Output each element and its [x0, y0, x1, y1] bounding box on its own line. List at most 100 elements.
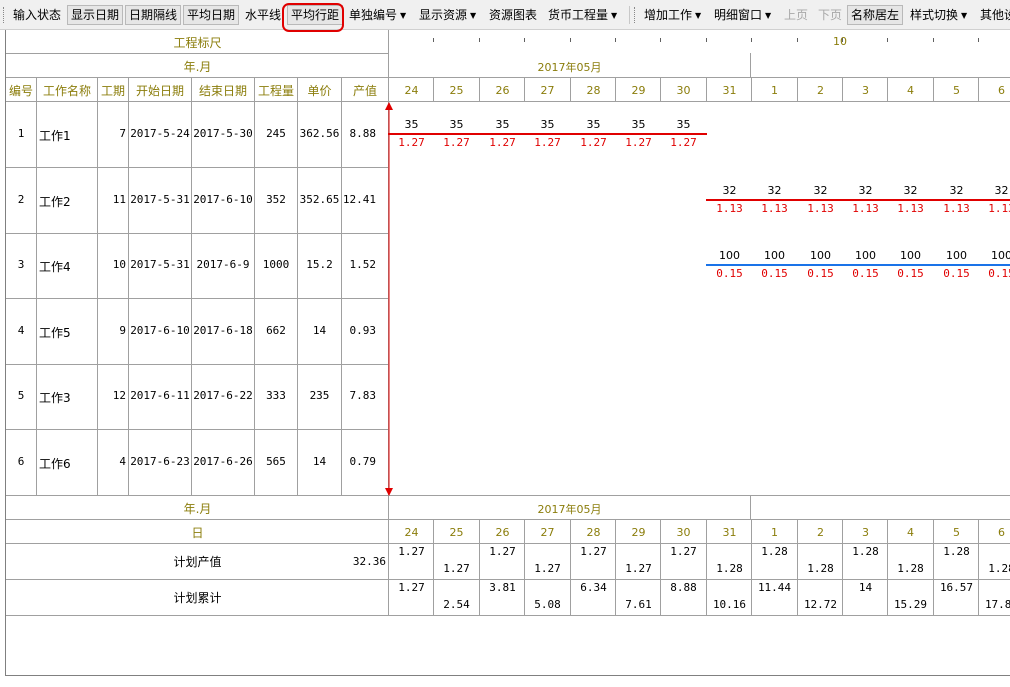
style-switch-dropdown[interactable]: 样式切换 ▼ [907, 5, 970, 25]
dropdown-arrow-icon: ▼ [695, 11, 702, 20]
table-cell-name: 工作4 [39, 260, 71, 274]
other-settings-button[interactable]: 其他设 [977, 5, 1010, 25]
plan-cumulative-bottom: 12.72 [803, 598, 838, 611]
ruler-tick [524, 38, 525, 42]
day-header-top: 29 [631, 84, 646, 97]
toolbar-separator [629, 6, 630, 24]
grid-line [6, 167, 389, 168]
next-page-button[interactable]: 下页 [815, 5, 845, 25]
gantt-daily-quantity: 35 [495, 118, 510, 131]
col-header-no: 编号 [8, 84, 33, 98]
gantt-daily-value: 1.27 [443, 136, 470, 149]
add-work-dropdown[interactable]: 增加工作 ▼ [641, 5, 704, 25]
previous-page-button[interactable]: 上页 [781, 5, 811, 25]
table-cell-start: 2017-6-23 [130, 455, 190, 468]
plan-cumulative-bottom: 17.85 [984, 598, 1010, 611]
table-cell-duration: 4 [119, 455, 126, 468]
table-cell-no: 4 [17, 324, 25, 337]
day-header-bottom: 6 [998, 526, 1005, 539]
gantt-daily-value: 1.13 [807, 202, 834, 215]
table-cell-quantity: 662 [266, 324, 286, 337]
col-header-start: 开始日期 [135, 84, 184, 98]
plan-value-top: 1.27 [580, 545, 607, 558]
detail-window-dropdown[interactable]: 明细窗口 ▼ [711, 5, 774, 25]
plan-value-bottom: 1.28 [807, 562, 834, 575]
toolbar: 输入状态 显示日期 日期隔线 平均日期 水平线 平均行距 单独编号 ▼ 显示资源 ▼… [0, 0, 1010, 32]
table-cell-start: 2017-6-10 [130, 324, 190, 337]
table-cell-end: 2017-6-18 [193, 324, 253, 337]
grid-line [6, 543, 1010, 544]
currency-quantity-dropdown[interactable]: 货币工程量 ▼ [545, 5, 620, 25]
col-header-value: 产值 [352, 84, 377, 98]
day-header-bottom: 30 [676, 526, 691, 539]
day-header-bottom: 2 [817, 526, 824, 539]
gantt-daily-value: 1.13 [897, 202, 924, 215]
day-header-bottom: 28 [586, 526, 601, 539]
gantt-daily-quantity: 35 [631, 118, 646, 131]
show-date-button[interactable]: 显示日期 [67, 5, 124, 25]
gantt-daily-quantity: 35 [449, 118, 464, 131]
day-header-top: 25 [449, 84, 464, 97]
detail-window-label: 明细窗口 [714, 8, 763, 22]
table-cell-name: 工作5 [39, 326, 71, 340]
toolbar-grip[interactable] [634, 7, 636, 23]
arrow-down-icon [385, 488, 393, 496]
table-cell-price: 15.2 [306, 258, 333, 271]
day-header-top: 24 [404, 84, 419, 97]
plan-cumulative-bottom: 5.08 [534, 598, 561, 611]
plan-value-bottom: 1.28 [716, 562, 743, 575]
gantt-daily-value: 1.27 [625, 136, 652, 149]
gantt-daily-value: 0.15 [988, 267, 1010, 280]
day-header-bottom: 26 [495, 526, 510, 539]
gantt-daily-quantity: 32 [767, 184, 782, 197]
plan-cumulative-bottom: 10.16 [712, 598, 747, 611]
plan-cumulative-bottom: 7.61 [625, 598, 652, 611]
table-cell-price: 352.65 [299, 193, 340, 206]
table-cell-quantity: 565 [266, 455, 286, 468]
show-resource-dropdown[interactable]: 显示资源 ▼ [416, 5, 479, 25]
table-cell-start: 2017-5-31 [130, 258, 190, 271]
date-gridline-button[interactable]: 日期隔线 [125, 5, 182, 25]
ruler-title: 工程标尺 [173, 36, 222, 50]
day-header-top: 26 [495, 84, 510, 97]
input-status-button[interactable]: 输入状态 [10, 5, 64, 25]
day-header-bottom: 31 [722, 526, 737, 539]
day-header-top: 1 [771, 84, 778, 97]
plan-cumulative-top: 16.57 [939, 581, 974, 594]
col-header-price: 单价 [307, 84, 332, 98]
dropdown-arrow-icon: ▼ [765, 11, 772, 20]
plan-value-top: 1.27 [670, 545, 697, 558]
grid-line [6, 519, 1010, 520]
name-align-left-button[interactable]: 名称居左 [847, 5, 904, 25]
plan-cumulative-bottom: 15.29 [893, 598, 928, 611]
table-cell-duration: 9 [119, 324, 126, 337]
plan-cumulative-top: 1.27 [398, 581, 425, 594]
gantt-daily-value: 1.27 [670, 136, 697, 149]
table-cell-start: 2017-6-11 [130, 389, 190, 402]
table-cell-price: 362.56 [299, 127, 340, 140]
table-cell-end: 2017-6-26 [193, 455, 253, 468]
plan-value-top: 1.27 [489, 545, 516, 558]
grid-line [750, 495, 751, 519]
footer-month-label: 2017年05月 [537, 503, 602, 516]
plan-cumulative-top: 14 [858, 581, 873, 594]
grid-line [6, 233, 389, 234]
average-date-button[interactable]: 平均日期 [183, 5, 240, 25]
ruler-mark: 10 [833, 35, 847, 48]
horizontal-line-button[interactable]: 水平线 [242, 5, 284, 25]
table-cell-quantity: 333 [266, 389, 286, 402]
day-header-bottom: 24 [404, 526, 419, 539]
gantt-daily-value: 0.15 [897, 267, 924, 280]
style-switch-label: 样式切换 [910, 8, 959, 22]
gantt-daily-value: 1.27 [489, 136, 516, 149]
plan-value-top: 1.27 [398, 545, 425, 558]
grid-line [6, 579, 1010, 580]
table-cell-name: 工作3 [39, 391, 71, 405]
month-label: 2017年05月 [537, 61, 602, 74]
plan-value-bottom: 1.27 [534, 562, 561, 575]
toolbar-grip[interactable] [3, 7, 5, 23]
separate-numbering-dropdown[interactable]: 单独编号 ▼ [346, 5, 409, 25]
resource-chart-button[interactable]: 资源图表 [486, 5, 540, 25]
plan-value-top: 1.28 [943, 545, 970, 558]
plan-cumulative-bottom: 2.54 [443, 598, 470, 611]
